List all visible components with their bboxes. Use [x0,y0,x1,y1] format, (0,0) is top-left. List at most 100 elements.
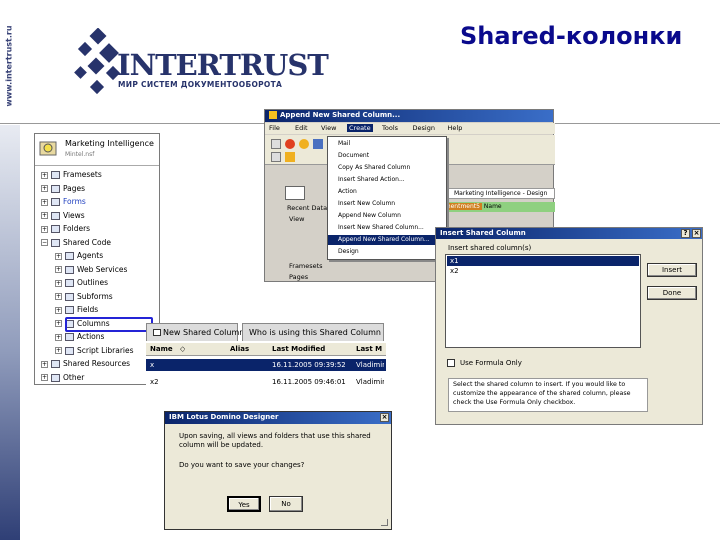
web-service-icon [65,265,74,274]
row-by: Vladimir [356,378,384,386]
use-formula-label: Use Formula Only [460,359,522,367]
refresh-icon[interactable] [299,139,309,149]
submenu-item[interactable]: Design [328,247,448,257]
menu-help[interactable]: Help [448,124,463,132]
expand-toggle-icon[interactable]: + [41,198,48,206]
close-icon[interactable]: × [380,413,389,422]
expand-toggle-icon[interactable]: + [55,266,62,273]
agent-icon [65,252,74,260]
tree-item-outlines[interactable]: + Outlines [55,276,108,289]
tree-item-label: Other [63,372,85,382]
table-row[interactable]: x 16.11.2005 09:39:52 Vladimir [146,359,386,371]
print-icon[interactable] [313,139,323,149]
table-row[interactable]: x2 16.11.2005 09:46:01 Vladimir [146,376,386,388]
header-modified-by[interactable]: Last M [356,345,382,353]
tree-item-label: Views [63,210,85,220]
submenu-item[interactable]: Insert New Column [328,199,448,209]
no-button[interactable]: No [269,496,303,512]
home-icon[interactable] [285,186,305,200]
expand-toggle-icon[interactable]: + [55,293,62,300]
tree-item-views[interactable]: + Views [41,209,85,222]
tree-item-label: Shared Resources [63,359,131,368]
menu-view[interactable]: View [321,124,336,132]
tree-item-other[interactable]: + Other [41,371,84,384]
tab-new-shared-column[interactable]: New Shared Column [146,323,244,341]
help-button[interactable]: ? [681,229,690,238]
expand-toggle-icon[interactable]: + [41,225,48,233]
list-item[interactable]: x2 [447,266,639,276]
confirm-message: Upon saving, all views and folders that … [179,432,371,449]
submenu-item[interactable]: Mail [328,139,448,149]
yes-button[interactable]: Yes [227,496,261,512]
expand-toggle-icon[interactable]: + [55,347,62,354]
resize-grip[interactable] [381,519,388,526]
action-icon [65,333,74,341]
script-icon [65,346,74,355]
close-icon[interactable]: × [692,229,701,238]
expand-toggle-icon[interactable]: + [55,306,62,314]
expand-toggle-icon[interactable]: + [41,212,48,219]
list-item[interactable]: x1 [447,256,639,266]
expand-toggle-icon[interactable]: + [55,320,62,327]
tree-item-label: Web Services [77,264,128,274]
toolbar-icon[interactable] [271,139,281,149]
tree-item-shared-code[interactable]: − Shared Code [41,236,111,249]
menu-create[interactable]: Create [347,124,373,132]
row-by: Vladimir [356,361,384,369]
tab-new-label: New Shared Column [163,328,245,337]
tree-item-framesets[interactable]: + Framesets [41,168,102,181]
expand-toggle-icon[interactable]: + [55,252,62,260]
confirm-question: Do you want to save your changes? [179,461,305,469]
tab-who-is-using[interactable]: Who is using this Shared Column [242,323,384,341]
submenu-item[interactable]: Insert Shared Action... [328,175,448,185]
header-modified[interactable]: Last Modified [272,345,325,353]
row-name: x2 [150,378,159,386]
menu-file[interactable]: File [269,124,280,132]
menu-edit[interactable]: Edit [295,124,308,132]
toolbar-icon[interactable] [271,152,281,162]
tree-item-script-libraries[interactable]: + Script Libraries [55,344,134,357]
tree-item-subforms[interactable]: + Subforms [55,290,113,303]
slide-title: Shared-колонки [460,22,683,50]
expand-toggle-icon[interactable]: + [55,333,62,341]
tree-item-web-services[interactable]: + Web Services [55,263,127,276]
tree-item-shared-resources[interactable]: + Shared Resources [41,357,130,370]
expand-toggle-icon[interactable]: + [41,171,48,179]
append-titlebar: Append New Shared Column... [265,110,553,122]
submenu-item[interactable]: Action [328,187,448,197]
database-title: Marketing Intelligence [65,139,154,148]
done-button[interactable]: Done [647,286,697,300]
tree-item-agents[interactable]: + Agents [55,249,103,262]
shared-column-list[interactable]: x1 x2 [445,254,641,348]
side-text-pages: Pages [289,273,309,281]
tree-item-folders[interactable]: + Folders [41,222,90,235]
submenu-item[interactable]: Insert New Shared Column... [328,223,448,233]
tree-item-pages[interactable]: + Pages [41,182,85,195]
insert-list-label: Insert shared column(s) [448,244,532,252]
database-file: Mintel.nsf [65,151,95,158]
submenu-item[interactable]: Document [328,151,448,161]
tree-item-forms[interactable]: + Forms [41,195,86,208]
tree-item-label: Script Libraries [77,345,134,355]
toolbar-icon[interactable] [285,152,295,162]
submenu-item[interactable]: Append New Column [328,211,448,221]
field-icon [65,306,74,314]
insert-button[interactable]: Insert [647,263,697,277]
expand-toggle-icon[interactable]: + [41,374,48,381]
header-name[interactable]: Name [150,345,173,353]
frameset-icon [51,171,60,179]
use-formula-checkbox[interactable] [447,359,455,367]
menu-design[interactable]: Design [413,124,435,132]
submenu-item[interactable]: Append New Shared Column... [328,235,448,245]
header-alias[interactable]: Alias [230,345,249,353]
tree-item-label: Subforms [77,291,113,301]
expand-toggle-icon[interactable]: + [55,279,62,287]
design-tab[interactable]: Marketing Intelligence - Design [441,188,555,199]
tree-item-fields[interactable]: + Fields [55,303,98,316]
stop-icon[interactable] [285,139,295,149]
menu-tools[interactable]: Tools [382,124,398,132]
expand-toggle-icon[interactable]: − [41,239,48,246]
submenu-item[interactable]: Copy As Shared Column [328,163,448,173]
expand-toggle-icon[interactable]: + [41,360,48,368]
expand-toggle-icon[interactable]: + [41,185,48,192]
